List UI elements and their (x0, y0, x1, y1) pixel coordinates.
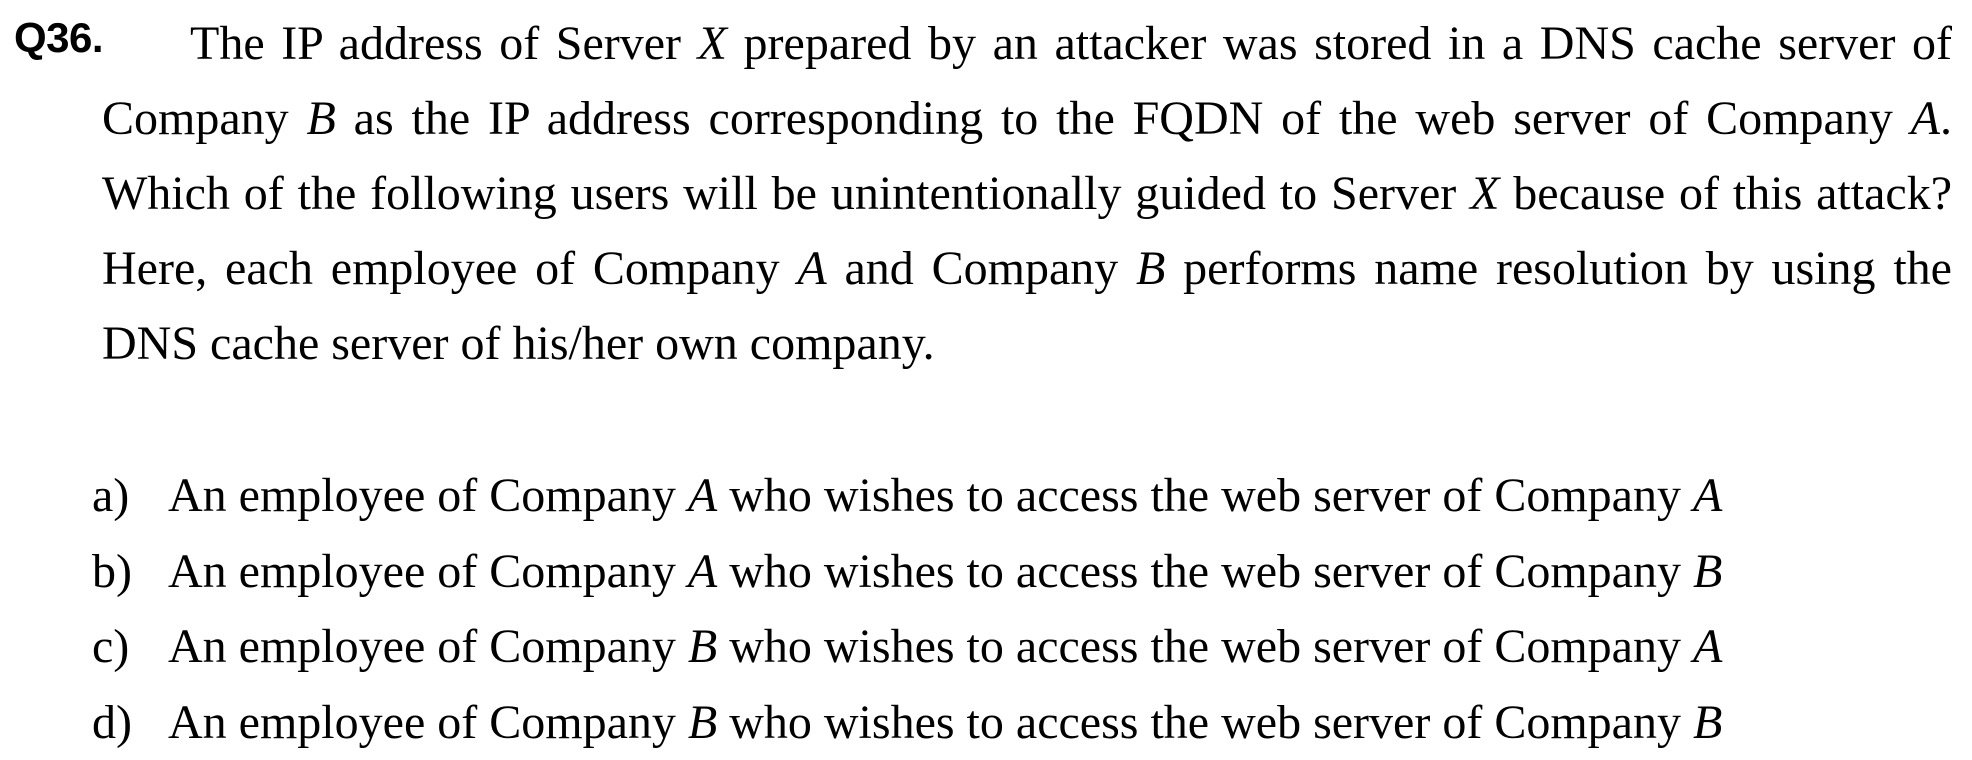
answer-option-c[interactable]: c) An employee of Company B who wishes t… (0, 609, 1972, 685)
option-text-segment: who wishes to access the web server of C… (717, 620, 1693, 673)
option-text-segment: who wishes to access the web server of C… (717, 696, 1693, 749)
question-text-segment: A (797, 242, 826, 295)
question-text-segment: X (698, 17, 727, 70)
answer-option-b[interactable]: b) An employee of Company A who wishes t… (0, 534, 1972, 610)
option-text-segment: B (688, 620, 717, 673)
option-text: An employee of Company B who wishes to a… (168, 685, 1722, 760)
option-text-segment: A (1693, 469, 1722, 522)
option-letter: d) (92, 685, 132, 760)
question-number: Q36. (14, 10, 103, 66)
option-text-segment: An employee of Company (168, 620, 688, 673)
option-text-segment: B (1693, 696, 1722, 749)
question-text-segment: B (1136, 242, 1165, 295)
question-text-segment: X (1470, 167, 1499, 220)
option-text-segment: A (1693, 620, 1722, 673)
question-text-segment: B (307, 92, 336, 145)
option-text-segment: who wishes to access the web server of C… (717, 545, 1693, 598)
question-stem: The IP address of Server X prepared by a… (102, 6, 1952, 381)
option-letter: b) (92, 534, 132, 609)
option-text-segment: who wishes to access the web server of C… (717, 469, 1693, 522)
answer-option-a[interactable]: a) An employee of Company A who wishes t… (0, 458, 1972, 534)
option-text-segment: An employee of Company (168, 696, 688, 749)
question-text-segment: A (1911, 92, 1940, 145)
option-text: An employee of Company A who wishes to a… (168, 458, 1722, 533)
option-text-segment: An employee of Company (168, 545, 688, 598)
question-text-segment: and Company (827, 242, 1136, 295)
option-text-segment: B (688, 696, 717, 749)
option-letter: c) (92, 609, 129, 684)
option-text: An employee of Company B who wishes to a… (168, 609, 1722, 684)
answer-option-d[interactable]: d) An employee of Company B who wishes t… (0, 685, 1972, 760)
option-text-segment: An employee of Company (168, 469, 688, 522)
question-text-segment: The IP address of Server (190, 17, 698, 70)
option-letter: a) (92, 458, 129, 533)
answer-options: a) An employee of Company A who wishes t… (0, 458, 1972, 760)
question-text-segment: as the IP address corresponding to the F… (336, 92, 1911, 145)
option-text: An employee of Company A who wishes to a… (168, 534, 1722, 609)
option-text-segment: A (688, 545, 717, 598)
option-text-segment: B (1693, 545, 1722, 598)
option-text-segment: A (688, 469, 717, 522)
